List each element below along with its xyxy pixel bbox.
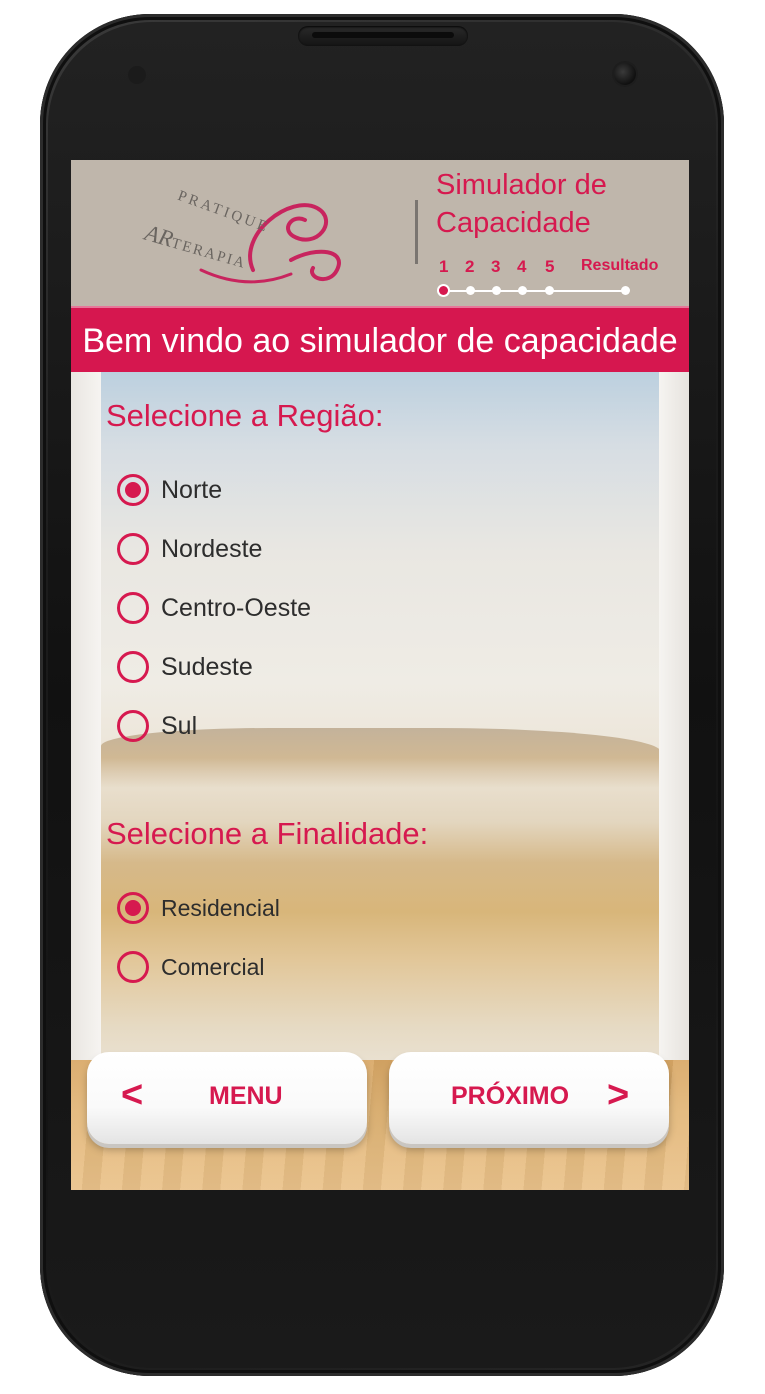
logo-word-pratique: PRATIQUE (175, 188, 272, 237)
app-screen: Simulador de Capacidade 1 2 3 4 5 Result… (71, 160, 689, 1190)
radio-checked-icon[interactable] (117, 892, 149, 924)
header-divider (415, 200, 418, 264)
next-button[interactable]: PRÓXIMO > (389, 1052, 669, 1144)
step-1: 1 (439, 257, 449, 276)
progress-dot-5 (545, 286, 554, 295)
step-result: Resultado (581, 257, 659, 274)
progress-dot-result (621, 286, 630, 295)
menu-button[interactable]: < MENU (87, 1052, 367, 1144)
radio-checked-icon[interactable] (117, 474, 149, 506)
radio-unchecked-icon[interactable] (117, 533, 149, 565)
radio-label: Nordeste (161, 535, 263, 563)
chevron-left-icon: < (121, 1074, 144, 1116)
radio-label: Centro-Oeste (161, 594, 312, 622)
radio-unchecked-icon[interactable] (117, 592, 149, 624)
curtain-left (71, 372, 101, 1062)
step-5: 5 (545, 257, 555, 276)
radio-label: Norte (161, 476, 223, 504)
radio-unchecked-icon[interactable] (117, 710, 149, 742)
banner-text: Bem vindo ao simulador de capacidade (82, 322, 678, 360)
step-indicator: 1 2 3 4 5 Resultado (437, 257, 677, 281)
logo-text: PRATIQUE ARTERAPIA (141, 174, 341, 292)
step-4: 4 (517, 257, 527, 276)
curtain-right (659, 372, 689, 1062)
radio-label: Residencial (161, 895, 280, 921)
radio-unchecked-icon[interactable] (117, 651, 149, 683)
step-2: 2 (465, 257, 475, 276)
proximity-sensor (128, 66, 146, 84)
progress-dot-1 (439, 286, 448, 295)
radio-label: Sul (161, 712, 198, 740)
chevron-right-icon: > (607, 1074, 630, 1116)
next-button-label: PRÓXIMO (451, 1082, 570, 1110)
speaker-grill (312, 32, 454, 38)
step-3: 3 (491, 257, 501, 276)
logo-word-arterapia: ARTERAPIA (142, 220, 251, 274)
app-title: Simulador de Capacidade (436, 169, 607, 239)
progress-dot-4 (518, 286, 527, 295)
radio-unchecked-icon[interactable] (117, 951, 149, 983)
menu-button-label: MENU (209, 1082, 283, 1110)
logo-terapia: TERAPIA (169, 235, 249, 273)
progress-dot-3 (492, 286, 501, 295)
radio-label: Sudeste (161, 653, 253, 681)
region-title: Selecione a Região: (106, 398, 384, 433)
purpose-title: Selecione a Finalidade: (106, 816, 429, 851)
welcome-banner: Bem vindo ao simulador de capacidade (71, 306, 689, 374)
radio-label: Comercial (161, 954, 265, 980)
progress-dot-2 (466, 286, 475, 295)
front-camera-icon (614, 63, 636, 85)
